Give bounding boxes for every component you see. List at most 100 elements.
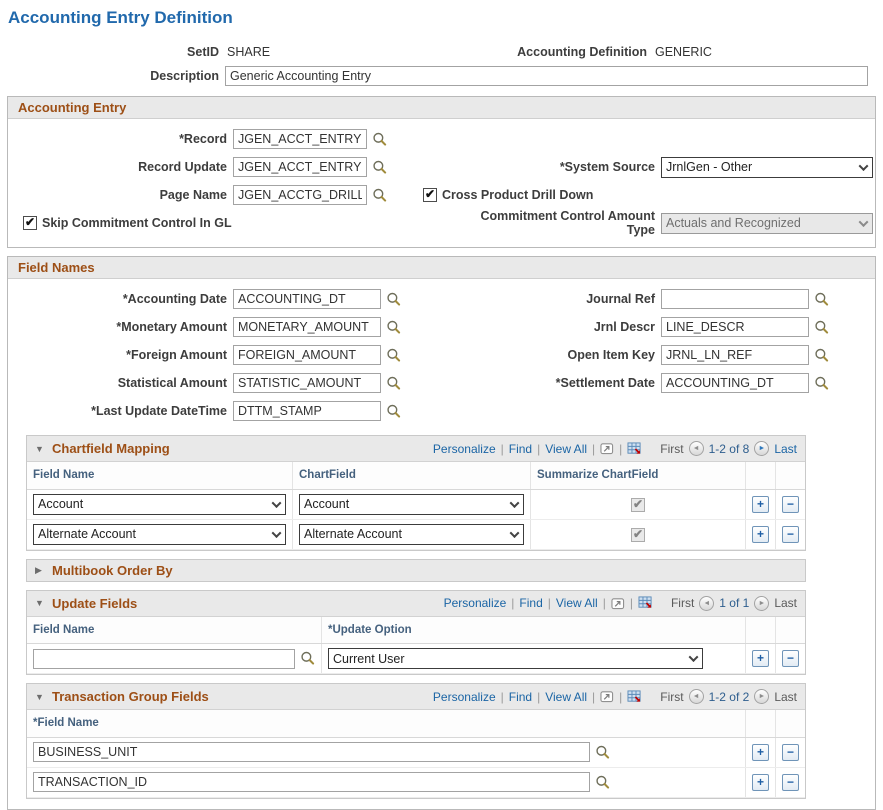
- foreign-amount-lookup-icon[interactable]: [386, 348, 401, 363]
- page-name-input[interactable]: [233, 185, 367, 205]
- statistical-amount-lookup-icon[interactable]: [386, 376, 401, 391]
- settlement-date-lookup-icon[interactable]: [814, 376, 829, 391]
- zoom-grid-icon[interactable]: [600, 690, 614, 703]
- cross-product-label: Cross Product Drill Down: [442, 188, 593, 202]
- accounting-definition-value: GENERIC: [653, 45, 712, 59]
- last-link: Last: [774, 690, 797, 704]
- last-link: Last: [774, 596, 797, 610]
- journal-ref-label: Journal Ref: [449, 292, 661, 306]
- add-row-button[interactable]: +: [752, 774, 769, 791]
- update-fields-panel: ▼ Update Fields Personalize | Find | Vie…: [26, 590, 806, 676]
- transaction-field-lookup-icon[interactable]: [595, 745, 610, 760]
- update-option-select[interactable]: Current User: [328, 648, 703, 669]
- jrnl-descr-input[interactable]: [661, 317, 809, 337]
- delete-row-button[interactable]: −: [782, 650, 799, 667]
- open-item-key-lookup-icon[interactable]: [814, 348, 829, 363]
- field-name-select[interactable]: Account: [33, 494, 286, 515]
- column-header-field-name: Field Name: [27, 617, 322, 644]
- transaction-field-input[interactable]: [33, 742, 590, 762]
- record-update-input[interactable]: [233, 157, 367, 177]
- settlement-date-input[interactable]: [661, 373, 809, 393]
- delete-row-button[interactable]: −: [782, 744, 799, 761]
- skip-commitment-checkbox[interactable]: ✔: [23, 216, 37, 230]
- chevron-down-icon: [689, 652, 699, 662]
- record-update-lookup-icon[interactable]: [372, 160, 387, 175]
- view-all-link[interactable]: View All: [556, 596, 598, 610]
- update-field-lookup-icon[interactable]: [300, 651, 315, 666]
- chevron-down-icon: [859, 161, 869, 171]
- add-row-button[interactable]: +: [752, 650, 769, 667]
- chartfield-mapping-title: Chartfield Mapping: [52, 441, 170, 456]
- view-all-link[interactable]: View All: [545, 442, 587, 456]
- description-input[interactable]: [225, 66, 868, 86]
- multibook-order-by-bar[interactable]: ▶ Multibook Order By: [26, 559, 806, 582]
- monetary-amount-input[interactable]: [233, 317, 381, 337]
- accounting-entry-title: Accounting Entry: [8, 97, 875, 119]
- first-link: First: [671, 596, 694, 610]
- download-grid-icon[interactable]: [638, 596, 653, 610]
- chevron-down-icon: [510, 498, 520, 508]
- add-row-button[interactable]: +: [752, 526, 769, 543]
- delete-row-button[interactable]: −: [782, 496, 799, 513]
- record-input[interactable]: [233, 129, 367, 149]
- add-row-button[interactable]: +: [752, 744, 769, 761]
- last-link[interactable]: Last: [774, 442, 797, 456]
- zoom-grid-icon[interactable]: [611, 597, 625, 610]
- find-link[interactable]: Find: [509, 690, 532, 704]
- transaction-group-collapse-icon[interactable]: ▼: [35, 692, 45, 702]
- monetary-amount-label: *Monetary Amount: [8, 320, 233, 334]
- record-lookup-icon[interactable]: [372, 132, 387, 147]
- cross-product-checkbox[interactable]: ✔: [423, 188, 437, 202]
- multibook-collapse-icon[interactable]: ▶: [35, 565, 45, 576]
- accounting-date-input[interactable]: [233, 289, 381, 309]
- row-count: 1 of 1: [719, 596, 749, 610]
- record-update-label: Record Update: [8, 160, 233, 174]
- download-grid-icon[interactable]: [627, 442, 642, 456]
- personalize-link[interactable]: Personalize: [433, 690, 496, 704]
- statistical-amount-input[interactable]: [233, 373, 381, 393]
- find-link[interactable]: Find: [509, 442, 532, 456]
- delete-row-button[interactable]: −: [782, 526, 799, 543]
- last-update-datetime-label: *Last Update DateTime: [8, 404, 233, 418]
- transaction-field-lookup-icon[interactable]: [595, 775, 610, 790]
- journal-ref-lookup-icon[interactable]: [814, 292, 829, 307]
- chevron-down-icon: [510, 528, 520, 538]
- last-update-datetime-input[interactable]: [233, 401, 381, 421]
- jrnl-descr-lookup-icon[interactable]: [814, 320, 829, 335]
- column-header-update-option: *Update Option: [322, 617, 746, 644]
- add-row-button[interactable]: +: [752, 496, 769, 513]
- first-link: First: [660, 442, 683, 456]
- transaction-field-input[interactable]: [33, 772, 590, 792]
- journal-ref-input[interactable]: [661, 289, 809, 309]
- chartfield-mapping-collapse-icon[interactable]: ▼: [35, 444, 45, 454]
- table-row: + −: [27, 737, 805, 767]
- setid-value: SHARE: [225, 45, 270, 59]
- monetary-amount-lookup-icon[interactable]: [386, 320, 401, 335]
- field-name-select[interactable]: Alternate Account: [33, 524, 286, 545]
- open-item-key-input[interactable]: [661, 345, 809, 365]
- row-count: 1-2 of 8: [709, 442, 750, 456]
- page-name-lookup-icon[interactable]: [372, 188, 387, 203]
- accounting-definition-label: Accounting Definition: [441, 45, 653, 59]
- column-header-field-name: Field Name: [27, 462, 293, 489]
- row-count: 1-2 of 2: [709, 690, 750, 704]
- view-all-link[interactable]: View All: [545, 690, 587, 704]
- personalize-link[interactable]: Personalize: [444, 596, 507, 610]
- next-page-button[interactable]: ►: [754, 441, 769, 456]
- delete-row-button[interactable]: −: [782, 774, 799, 791]
- zoom-grid-icon[interactable]: [600, 442, 614, 455]
- field-names-groupbox: Field Names *Accounting Date Journal Ref…: [7, 256, 876, 810]
- update-fields-collapse-icon[interactable]: ▼: [35, 598, 45, 608]
- chartfield-select[interactable]: Alternate Account: [299, 524, 524, 545]
- personalize-link[interactable]: Personalize: [433, 442, 496, 456]
- system-source-select[interactable]: JrnlGen - Other: [661, 157, 873, 178]
- commitment-type-select: Actuals and Recognized: [661, 213, 873, 234]
- download-grid-icon[interactable]: [627, 690, 642, 704]
- setid-label: SetID: [0, 45, 225, 59]
- chartfield-select[interactable]: Account: [299, 494, 524, 515]
- last-update-datetime-lookup-icon[interactable]: [386, 404, 401, 419]
- accounting-date-lookup-icon[interactable]: [386, 292, 401, 307]
- update-field-name-input[interactable]: [33, 649, 295, 669]
- find-link[interactable]: Find: [519, 596, 542, 610]
- foreign-amount-input[interactable]: [233, 345, 381, 365]
